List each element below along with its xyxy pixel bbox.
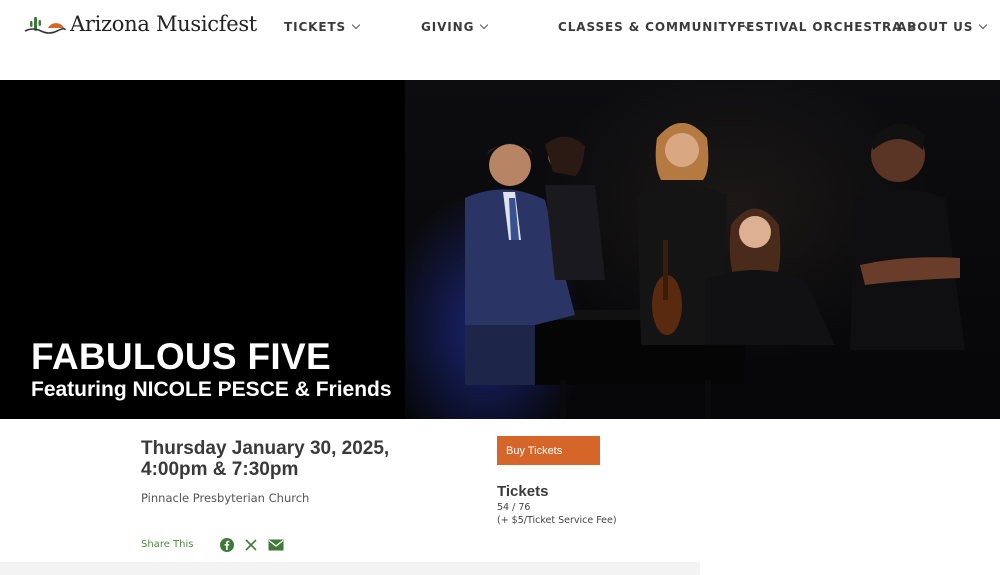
site-logo[interactable]: Arizona Musicfest (24, 12, 257, 36)
logo-mark-icon (24, 17, 66, 34)
ticket-price: 54 / 76 (497, 502, 531, 513)
nav-tickets[interactable]: TICKETS (284, 20, 361, 34)
nav-label: CLASSES & COMMUNITY (558, 20, 738, 34)
event-date: Thursday January 30, 2025, 4:00pm & 7:30… (141, 438, 389, 480)
chevron-down-icon (979, 20, 988, 30)
chevron-down-icon (351, 20, 361, 30)
buy-tickets-button[interactable]: Buy Tickets (497, 436, 600, 465)
site-header: Arizona Musicfest TICKETS GIVING CLASSES… (0, 0, 1000, 80)
event-venue: Pinnacle Presbyterian Church (141, 491, 310, 505)
nav-label: ABOUT US (897, 20, 974, 34)
event-date-line2: 4:00pm & 7:30pm (141, 459, 299, 480)
nav-classes-community[interactable]: CLASSES & COMMUNITY (558, 20, 752, 34)
email-icon[interactable] (268, 537, 284, 553)
nav-festival-orchestra[interactable]: FESTIVAL ORCHESTRA (737, 20, 917, 34)
nav-about-us[interactable]: ABOUT US (897, 20, 988, 34)
tickets-heading: Tickets (497, 483, 549, 500)
performers-image (465, 123, 965, 419)
nav-label: TICKETS (284, 20, 347, 34)
hero-photo (405, 80, 1000, 419)
ticket-fee: (+ $5/Ticket Service Fee) (497, 515, 617, 526)
chevron-down-icon (480, 20, 489, 30)
x-icon[interactable] (243, 537, 259, 553)
facebook-icon[interactable] (219, 537, 235, 553)
page-bottom-bar (0, 562, 700, 575)
share-label: Share This (141, 539, 194, 550)
logo-text: Arizona Musicfest (70, 12, 257, 36)
event-subtitle: Featuring NICOLE PESCE & Friends (31, 378, 392, 401)
event-date-line1: Thursday January 30, 2025, (141, 438, 390, 459)
event-title: FABULOUS FIVE (31, 336, 331, 377)
nav-label: GIVING (421, 20, 475, 34)
nav-label: FESTIVAL ORCHESTRA (737, 20, 903, 34)
hero-banner: FABULOUS FIVE Featuring NICOLE PESCE & F… (0, 80, 1000, 419)
nav-giving[interactable]: GIVING (421, 20, 489, 34)
